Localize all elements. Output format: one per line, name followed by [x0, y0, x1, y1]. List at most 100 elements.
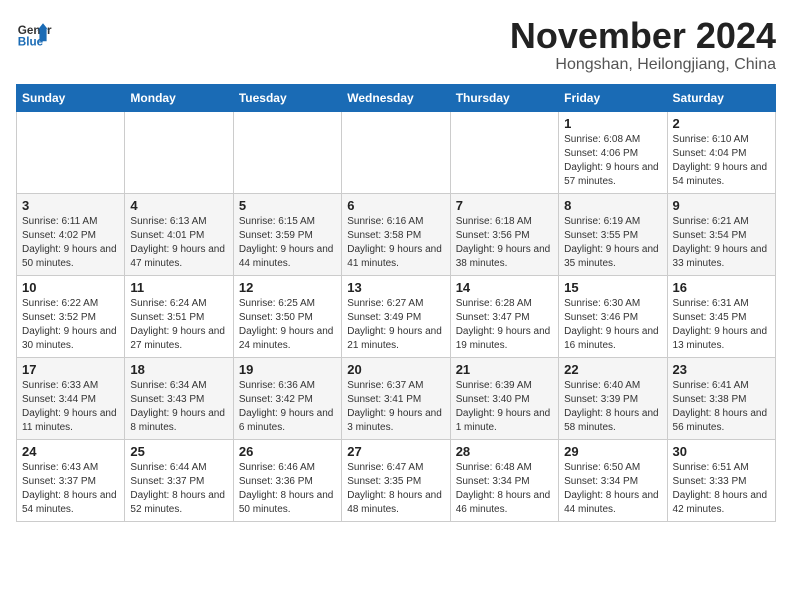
day-number: 24 — [22, 444, 119, 459]
calendar-table: SundayMondayTuesdayWednesdayThursdayFrid… — [16, 84, 776, 522]
day-number: 25 — [130, 444, 227, 459]
day-info: Sunrise: 6:19 AM Sunset: 3:55 PM Dayligh… — [564, 215, 661, 271]
calendar-cell: 23 Sunrise: 6:41 AM Sunset: 3:38 PM Dayli… — [667, 357, 775, 439]
day-number: 14 — [456, 280, 553, 295]
day-number: 15 — [564, 280, 661, 295]
day-number: 9 — [673, 198, 770, 213]
calendar-week-row: 1 Sunrise: 6:08 AM Sunset: 4:06 PM Daylig… — [17, 111, 776, 193]
day-info: Sunrise: 6:37 AM Sunset: 3:41 PM Dayligh… — [347, 379, 444, 435]
calendar-cell: 15 Sunrise: 6:30 AM Sunset: 3:46 PM Dayli… — [559, 275, 667, 357]
day-number: 28 — [456, 444, 553, 459]
day-info: Sunrise: 6:43 AM Sunset: 3:37 PM Dayligh… — [22, 461, 119, 517]
day-info: Sunrise: 6:40 AM Sunset: 3:39 PM Dayligh… — [564, 379, 661, 435]
page-header: General Blue November 2024 Hongshan, Hei… — [16, 16, 776, 74]
calendar-cell: 3 Sunrise: 6:11 AM Sunset: 4:02 PM Daylig… — [17, 193, 125, 275]
location-subtitle: Hongshan, Heilongjiang, China — [510, 56, 776, 74]
day-number: 13 — [347, 280, 444, 295]
calendar-cell: 12 Sunrise: 6:25 AM Sunset: 3:50 PM Dayli… — [233, 275, 341, 357]
calendar-cell — [450, 111, 558, 193]
calendar-cell: 27 Sunrise: 6:47 AM Sunset: 3:35 PM Dayli… — [342, 439, 450, 521]
calendar-cell: 29Sunrise: 6:50 AM Sunset: 3:34 PM Dayli… — [559, 439, 667, 521]
weekday-header-cell: Friday — [559, 84, 667, 111]
day-info: Sunrise: 6:22 AM Sunset: 3:52 PM Dayligh… — [22, 297, 119, 353]
day-number: 3 — [22, 198, 119, 213]
calendar-week-row: 10 Sunrise: 6:22 AM Sunset: 3:52 PM Dayli… — [17, 275, 776, 357]
weekday-header-cell: Tuesday — [233, 84, 341, 111]
day-info: Sunrise: 6:13 AM Sunset: 4:01 PM Dayligh… — [130, 215, 227, 271]
weekday-header-cell: Sunday — [17, 84, 125, 111]
day-info: Sunrise: 6:34 AM Sunset: 3:43 PM Dayligh… — [130, 379, 227, 435]
calendar-cell: 18 Sunrise: 6:34 AM Sunset: 3:43 PM Dayli… — [125, 357, 233, 439]
title-area: November 2024 Hongshan, Heilongjiang, Ch… — [510, 16, 776, 74]
day-number: 26 — [239, 444, 336, 459]
calendar-cell: 17 Sunrise: 6:33 AM Sunset: 3:44 PM Dayli… — [17, 357, 125, 439]
calendar-cell: 26 Sunrise: 6:46 AM Sunset: 3:36 PM Dayli… — [233, 439, 341, 521]
calendar-cell: 16Sunrise: 6:31 AM Sunset: 3:45 PM Dayli… — [667, 275, 775, 357]
day-number: 23 — [673, 362, 770, 377]
day-info: Sunrise: 6:46 AM Sunset: 3:36 PM Dayligh… — [239, 461, 336, 517]
day-info: Sunrise: 6:51 AM Sunset: 3:33 PM Dayligh… — [673, 461, 770, 517]
day-info: Sunrise: 6:50 AM Sunset: 3:34 PM Dayligh… — [564, 461, 661, 517]
day-number: 12 — [239, 280, 336, 295]
day-info: Sunrise: 6:28 AM Sunset: 3:47 PM Dayligh… — [456, 297, 553, 353]
calendar-cell: 11 Sunrise: 6:24 AM Sunset: 3:51 PM Dayli… — [125, 275, 233, 357]
day-number: 10 — [22, 280, 119, 295]
calendar-cell: 14 Sunrise: 6:28 AM Sunset: 3:47 PM Dayli… — [450, 275, 558, 357]
calendar-cell: 6 Sunrise: 6:16 AM Sunset: 3:58 PM Daylig… — [342, 193, 450, 275]
day-info: Sunrise: 6:30 AM Sunset: 3:46 PM Dayligh… — [564, 297, 661, 353]
calendar-cell: 4 Sunrise: 6:13 AM Sunset: 4:01 PM Daylig… — [125, 193, 233, 275]
day-number: 27 — [347, 444, 444, 459]
day-info: Sunrise: 6:36 AM Sunset: 3:42 PM Dayligh… — [239, 379, 336, 435]
day-number: 22 — [564, 362, 661, 377]
day-number: 17 — [22, 362, 119, 377]
calendar-week-row: 17 Sunrise: 6:33 AM Sunset: 3:44 PM Dayli… — [17, 357, 776, 439]
day-number: 1 — [564, 116, 661, 131]
calendar-cell: 8Sunrise: 6:19 AM Sunset: 3:55 PM Daylig… — [559, 193, 667, 275]
calendar-cell: 25Sunrise: 6:44 AM Sunset: 3:37 PM Dayli… — [125, 439, 233, 521]
calendar-cell: 22 Sunrise: 6:40 AM Sunset: 3:39 PM Dayli… — [559, 357, 667, 439]
calendar-cell: 1 Sunrise: 6:08 AM Sunset: 4:06 PM Daylig… — [559, 111, 667, 193]
day-info: Sunrise: 6:27 AM Sunset: 3:49 PM Dayligh… — [347, 297, 444, 353]
calendar-cell — [233, 111, 341, 193]
calendar-week-row: 3 Sunrise: 6:11 AM Sunset: 4:02 PM Daylig… — [17, 193, 776, 275]
day-number: 18 — [130, 362, 227, 377]
weekday-header-cell: Thursday — [450, 84, 558, 111]
day-info: Sunrise: 6:25 AM Sunset: 3:50 PM Dayligh… — [239, 297, 336, 353]
day-info: Sunrise: 6:21 AM Sunset: 3:54 PM Dayligh… — [673, 215, 770, 271]
day-info: Sunrise: 6:24 AM Sunset: 3:51 PM Dayligh… — [130, 297, 227, 353]
day-info: Sunrise: 6:47 AM Sunset: 3:35 PM Dayligh… — [347, 461, 444, 517]
calendar-cell: 24 Sunrise: 6:43 AM Sunset: 3:37 PM Dayli… — [17, 439, 125, 521]
calendar-body: 1 Sunrise: 6:08 AM Sunset: 4:06 PM Daylig… — [17, 111, 776, 521]
calendar-cell: 9 Sunrise: 6:21 AM Sunset: 3:54 PM Daylig… — [667, 193, 775, 275]
day-info: Sunrise: 6:48 AM Sunset: 3:34 PM Dayligh… — [456, 461, 553, 517]
day-number: 30 — [673, 444, 770, 459]
calendar-cell: 28 Sunrise: 6:48 AM Sunset: 3:34 PM Dayli… — [450, 439, 558, 521]
calendar-cell: 13 Sunrise: 6:27 AM Sunset: 3:49 PM Dayli… — [342, 275, 450, 357]
day-info: Sunrise: 6:10 AM Sunset: 4:04 PM Dayligh… — [673, 133, 770, 189]
day-info: Sunrise: 6:15 AM Sunset: 3:59 PM Dayligh… — [239, 215, 336, 271]
weekday-header-cell: Wednesday — [342, 84, 450, 111]
weekday-header-cell: Monday — [125, 84, 233, 111]
calendar-cell: 20Sunrise: 6:37 AM Sunset: 3:41 PM Dayli… — [342, 357, 450, 439]
day-number: 11 — [130, 280, 227, 295]
day-info: Sunrise: 6:39 AM Sunset: 3:40 PM Dayligh… — [456, 379, 553, 435]
logo: General Blue — [16, 16, 52, 52]
calendar-cell: 7 Sunrise: 6:18 AM Sunset: 3:56 PM Daylig… — [450, 193, 558, 275]
day-info: Sunrise: 6:41 AM Sunset: 3:38 PM Dayligh… — [673, 379, 770, 435]
day-number: 2 — [673, 116, 770, 131]
calendar-cell: 21 Sunrise: 6:39 AM Sunset: 3:40 PM Dayli… — [450, 357, 558, 439]
day-info: Sunrise: 6:33 AM Sunset: 3:44 PM Dayligh… — [22, 379, 119, 435]
day-number: 6 — [347, 198, 444, 213]
day-number: 21 — [456, 362, 553, 377]
weekday-header-cell: Saturday — [667, 84, 775, 111]
day-info: Sunrise: 6:16 AM Sunset: 3:58 PM Dayligh… — [347, 215, 444, 271]
calendar-cell: 19Sunrise: 6:36 AM Sunset: 3:42 PM Dayli… — [233, 357, 341, 439]
day-info: Sunrise: 6:08 AM Sunset: 4:06 PM Dayligh… — [564, 133, 661, 189]
day-number: 16 — [673, 280, 770, 295]
calendar-cell: 10 Sunrise: 6:22 AM Sunset: 3:52 PM Dayli… — [17, 275, 125, 357]
day-info: Sunrise: 6:11 AM Sunset: 4:02 PM Dayligh… — [22, 215, 119, 271]
day-number: 4 — [130, 198, 227, 213]
day-number: 7 — [456, 198, 553, 213]
month-title: November 2024 — [510, 16, 776, 56]
day-info: Sunrise: 6:18 AM Sunset: 3:56 PM Dayligh… — [456, 215, 553, 271]
